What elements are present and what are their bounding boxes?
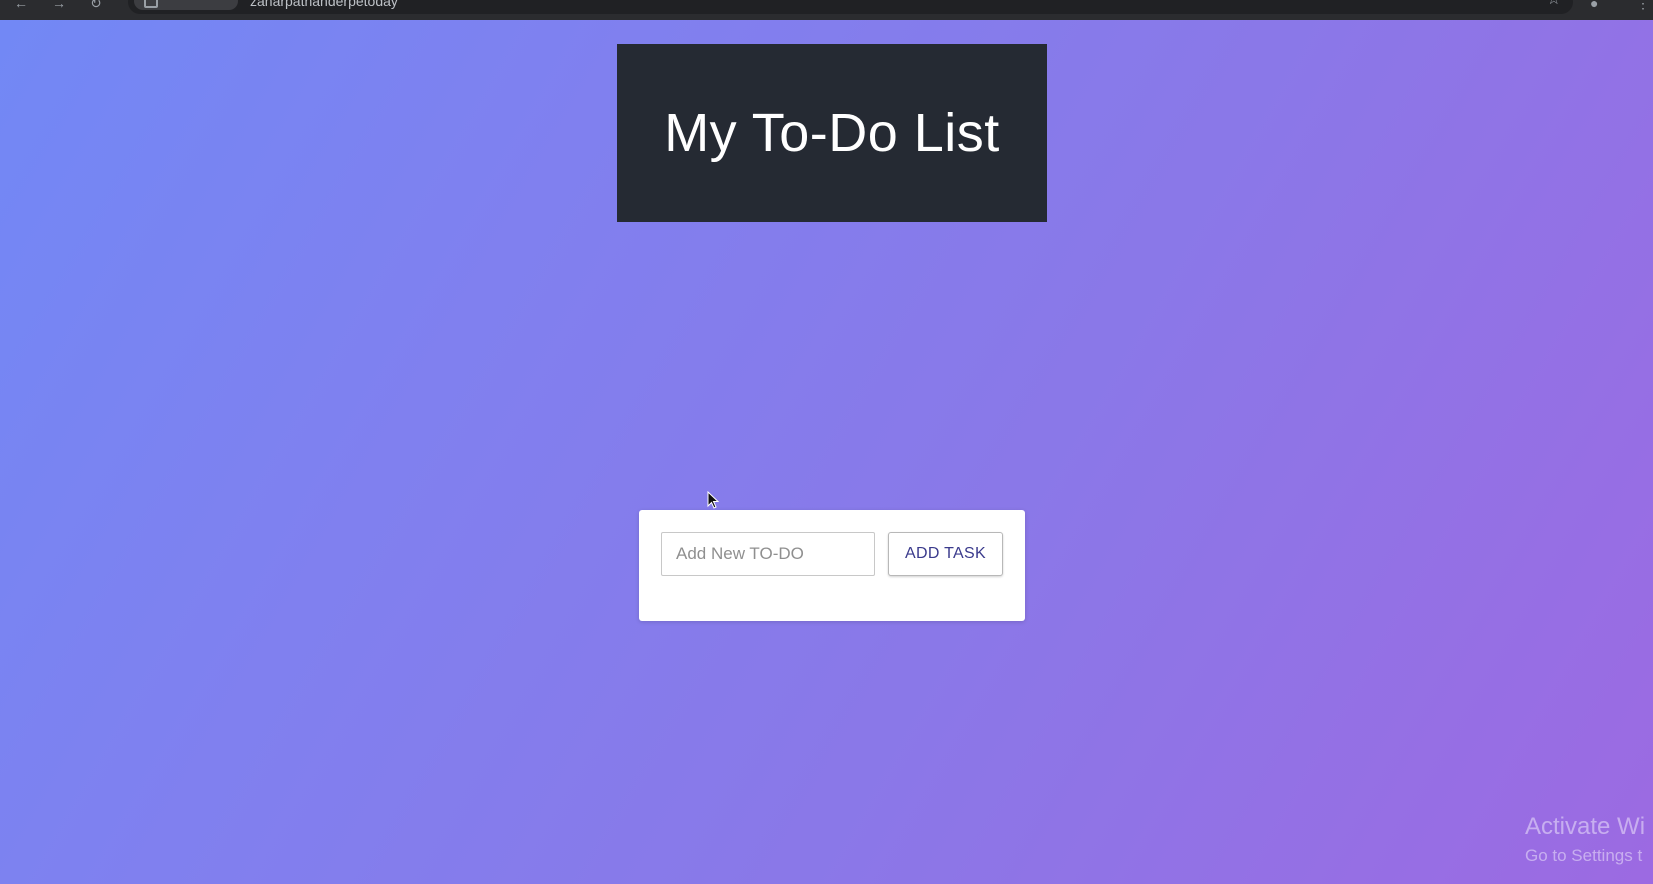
site-info-icon bbox=[144, 0, 158, 8]
site-info-chip[interactable] bbox=[134, 0, 238, 10]
add-task-button[interactable]: ADD TASK bbox=[888, 532, 1003, 576]
reload-icon[interactable]: ↻ bbox=[90, 0, 102, 10]
browser-toolbar: ← → ↻ zaharpathanderpetoday ☆ ● ⋮ bbox=[0, 0, 1653, 20]
activation-watermark: Activate Wi Go to Settings t bbox=[1525, 813, 1645, 867]
star-icon[interactable]: ☆ bbox=[1547, 0, 1561, 8]
page-background: My To-Do List ADD TASK Activate Wi Go to… bbox=[0, 20, 1653, 884]
back-icon[interactable]: ← bbox=[14, 0, 28, 10]
todo-card: ADD TASK bbox=[639, 510, 1025, 621]
cursor-icon bbox=[707, 491, 719, 509]
header-banner: My To-Do List bbox=[617, 44, 1047, 222]
todo-input[interactable] bbox=[661, 532, 875, 576]
address-bar[interactable]: zaharpathanderpetoday ☆ bbox=[128, 0, 1573, 14]
menu-icon[interactable]: ⋮ bbox=[1636, 0, 1650, 10]
watermark-title: Activate Wi bbox=[1525, 813, 1646, 840]
page-title: My To-Do List bbox=[664, 103, 1000, 163]
extension-icon[interactable]: ● bbox=[1590, 0, 1598, 10]
forward-icon[interactable]: → bbox=[52, 0, 66, 10]
url-text: zaharpathanderpetoday bbox=[250, 0, 398, 9]
watermark-subtitle: Go to Settings t bbox=[1525, 846, 1643, 865]
